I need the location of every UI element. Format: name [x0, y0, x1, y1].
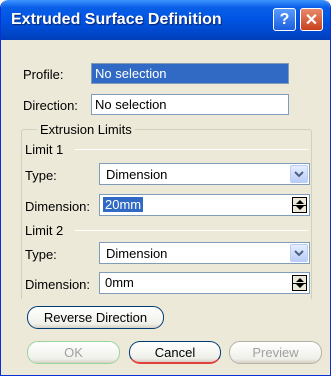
profile-label: Profile: [23, 67, 64, 82]
reverse-direction-button[interactable]: Reverse Direction [27, 306, 164, 329]
limit1-dimension-label: Dimension: [25, 199, 91, 214]
help-button[interactable]: ? [273, 8, 296, 31]
direction-field[interactable]: No selection [91, 94, 289, 115]
direction-label: Direction: [23, 98, 78, 113]
profile-field[interactable]: No selection [91, 63, 289, 84]
spin-down-icon[interactable] [296, 284, 304, 288]
preview-button[interactable]: Preview [229, 341, 322, 364]
limit1-type-select[interactable]: Dimension [99, 163, 310, 185]
limit2-dimension-spinner[interactable]: 0mm [99, 272, 310, 294]
spin-down-icon[interactable] [296, 206, 304, 210]
help-icon: ? [279, 10, 290, 28]
limit1-dimension-value[interactable]: 20mm [103, 197, 144, 212]
spinner-arrows-icon[interactable] [292, 275, 307, 291]
cancel-button[interactable]: Cancel [129, 341, 221, 364]
limit1-separator [75, 149, 308, 150]
extrusion-limits-label: Extrusion Limits [37, 122, 135, 137]
limit1-type-label: Type: [25, 168, 57, 183]
spin-up-icon[interactable] [296, 200, 304, 204]
limit2-dimension-label: Dimension: [25, 277, 91, 292]
chevron-down-icon[interactable] [290, 165, 308, 183]
limit1-dimension-spinner[interactable]: 20mm [99, 194, 310, 216]
ok-button[interactable]: OK [27, 341, 120, 364]
limit1-label: Limit 1 [25, 142, 64, 157]
title-bar[interactable]: Extruded Surface Definition ? ✕ [1, 0, 330, 40]
spin-up-icon[interactable] [296, 278, 304, 282]
spinner-arrows-icon[interactable] [292, 197, 307, 213]
limit2-label: Limit 2 [25, 223, 64, 238]
limit2-type-label: Type: [25, 247, 57, 262]
close-icon: ✕ [304, 11, 319, 29]
limit1-type-value: Dimension [106, 167, 168, 182]
close-button[interactable]: ✕ [300, 8, 323, 31]
limit2-dimension-value[interactable]: 0mm [103, 275, 136, 290]
dialog-window: Extruded Surface Definition ? ✕ Profile:… [0, 0, 331, 376]
limit2-type-value: Dimension [106, 246, 168, 261]
limit2-separator [75, 230, 308, 231]
dialog-title: Extruded Surface Definition [11, 11, 222, 28]
chevron-down-icon[interactable] [290, 244, 308, 262]
limit2-type-select[interactable]: Dimension [99, 242, 310, 264]
